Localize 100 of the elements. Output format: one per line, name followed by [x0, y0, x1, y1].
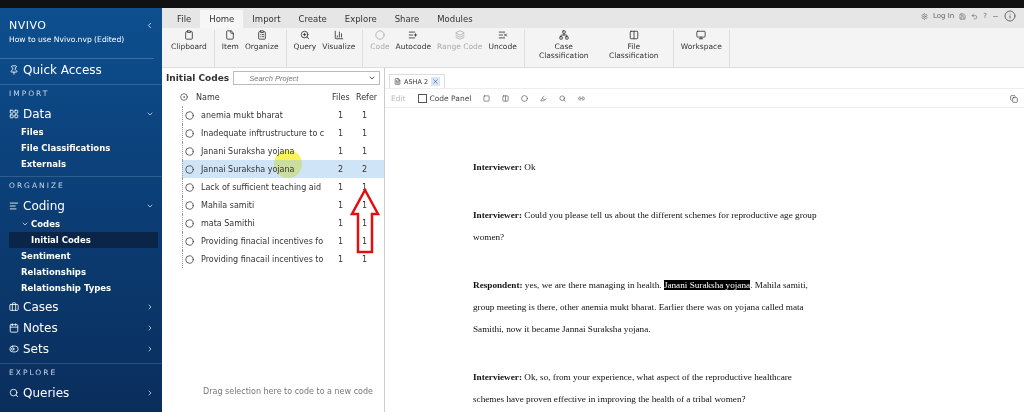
link-icon[interactable] — [578, 95, 586, 102]
ribbon-icon — [558, 30, 569, 40]
region-icon[interactable] — [483, 95, 491, 102]
column-header[interactable]: Name — [196, 92, 332, 102]
ribbon-icon — [497, 30, 508, 40]
nav-icon — [9, 301, 19, 312]
nav-item[interactable]: Files — [9, 124, 158, 140]
chevron-icon — [146, 323, 154, 332]
files-count: 2 — [337, 164, 345, 174]
highlighter-icon[interactable] — [540, 95, 548, 102]
close-icon — [432, 78, 440, 85]
code-name: Lack of sufficient teaching aid — [201, 182, 322, 192]
menu-tab[interactable]: Create — [289, 10, 336, 28]
pane-title: Initial Codes — [166, 73, 230, 83]
nav-icon — [9, 200, 19, 211]
column-header[interactable]: Files — [332, 92, 356, 102]
drop-hint: Drag selection here to code to a new code — [202, 387, 374, 398]
chevron-icon — [21, 220, 29, 228]
nav-item[interactable]: Cases — [0, 296, 162, 317]
ribbon-icon — [333, 30, 344, 40]
code-row[interactable]: Jannai Suraksha yojana 2 2 — [182, 160, 384, 178]
transcript-paragraph: Interviewer: Ok — [473, 161, 537, 174]
document-icon — [394, 78, 401, 85]
transcript-paragraph: Interviewer: Ok, so, from your experience, what aspect of the reproductive healthcare schemes have proven effective in improving the health of a tribal women? — [473, 371, 793, 406]
menu-tab[interactable]: File — [168, 10, 201, 28]
code-name: Mahila samiti — [201, 200, 256, 210]
code-name: Janani Suraksha yojana — [201, 146, 296, 156]
ribbon-icon — [183, 30, 194, 40]
window-icon[interactable] — [1010, 94, 1018, 103]
code-name: mata Samithi — [201, 218, 256, 228]
ribbon-icon — [374, 30, 385, 40]
nav-item[interactable]: Coding — [0, 195, 162, 216]
files-count: 1 — [337, 146, 345, 156]
dropdown-icon — [368, 74, 376, 82]
chevron-icon — [146, 344, 154, 353]
ribbon-icon — [256, 30, 267, 40]
nav-icon — [9, 387, 19, 398]
code-name: Providing finacail incentives to — [201, 254, 325, 264]
nav-icon — [9, 108, 19, 119]
files-count: 1 — [337, 128, 345, 138]
references-count: 1 — [361, 110, 369, 120]
code-row[interactable]: Inadequate inftrustructure to c 1 1 — [182, 124, 384, 142]
files-count: 1 — [337, 218, 345, 228]
menu-tab[interactable]: Import — [243, 10, 290, 28]
code-row[interactable]: anemia mukt bharat 1 1 — [182, 106, 384, 124]
nav-item[interactable]: Queries — [0, 382, 162, 403]
info-icon[interactable] — [1004, 10, 1016, 22]
collapse-icon[interactable] — [145, 21, 154, 30]
ribbon-icon — [628, 30, 639, 40]
ribbon-icon — [454, 30, 465, 40]
code-row[interactable]: Providing finacail incentives to 1 1 — [182, 250, 384, 268]
code-row[interactable]: Providing finacial incentives fo 1 1 — [182, 232, 384, 250]
code-name: Jannai Suraksha yojana — [201, 164, 296, 174]
files-count: 1 — [337, 110, 345, 120]
nav-item[interactable]: Sentiment — [9, 248, 158, 264]
nav-item[interactable]: Sets — [0, 338, 162, 359]
close-button[interactable] — [431, 77, 441, 86]
code-name: Providing finacial incentives fo — [201, 236, 325, 246]
nav-item[interactable]: Data — [0, 103, 162, 124]
nav-item[interactable]: Externals — [9, 156, 158, 172]
nav-item[interactable]: Quick Access — [0, 59, 162, 80]
select-all-icon[interactable] — [180, 93, 188, 101]
chevron-icon — [146, 302, 154, 311]
transcript-paragraph: Respondent: yes, we are there managing in health. Janani Suraksha yojana. Mahila samiti, group meeting is there, other anemia mukt bharat. Earlier there was on yojana called mata Samithi, now it became Jannai Suraksha yojana. — [473, 279, 809, 336]
nav-item[interactable]: Initial Codes — [9, 232, 158, 248]
menu-tab[interactable]: Share — [385, 10, 429, 28]
code-row[interactable]: mata Samithi 1 1 — [182, 214, 384, 232]
nav-item[interactable]: File Classifications — [9, 140, 158, 156]
code-name: Inadequate inftrustructure to c — [201, 128, 326, 138]
menu-tab[interactable]: Home — [200, 10, 244, 28]
undo-icon[interactable] — [971, 12, 979, 20]
nav-item[interactable]: Codes — [9, 216, 158, 232]
nav-item[interactable]: Notes — [0, 317, 162, 338]
references-count: 2 — [361, 164, 369, 174]
nav-icon — [9, 343, 19, 354]
nav-item[interactable]: Relationships — [9, 264, 158, 280]
settings-icon[interactable] — [921, 12, 929, 20]
files-count: 1 — [337, 200, 345, 210]
references-count: 1 — [361, 128, 369, 138]
files-count: 1 — [337, 236, 345, 246]
files-count: 1 — [337, 254, 345, 264]
transcript-paragraph: Interviewer: Could you please tell us about the different schemes for reproductive age group women? — [473, 209, 818, 244]
references-count: 1 — [361, 200, 369, 210]
save-icon[interactable] — [959, 12, 967, 20]
menu-tab[interactable]: Modules — [428, 10, 482, 28]
stripes-icon[interactable] — [502, 95, 510, 102]
code-name: anemia mukt bharat — [201, 110, 284, 120]
nav-icon — [9, 322, 19, 333]
ribbon-icon — [225, 30, 236, 40]
ribbon-icon — [696, 30, 707, 40]
circle-icon[interactable] — [521, 95, 529, 102]
references-count: 1 — [361, 218, 369, 228]
column-header[interactable]: Refer — [356, 92, 384, 102]
ribbon-icon — [299, 30, 310, 40]
search-icon[interactable] — [559, 95, 567, 102]
menu-tab[interactable]: Explore — [335, 10, 386, 28]
code-row[interactable]: Mahila samiti 1 1 — [182, 196, 384, 214]
nav-icon — [9, 64, 19, 75]
nav-item[interactable]: Relationship Types — [9, 280, 158, 296]
ribbon-icon — [408, 30, 419, 40]
